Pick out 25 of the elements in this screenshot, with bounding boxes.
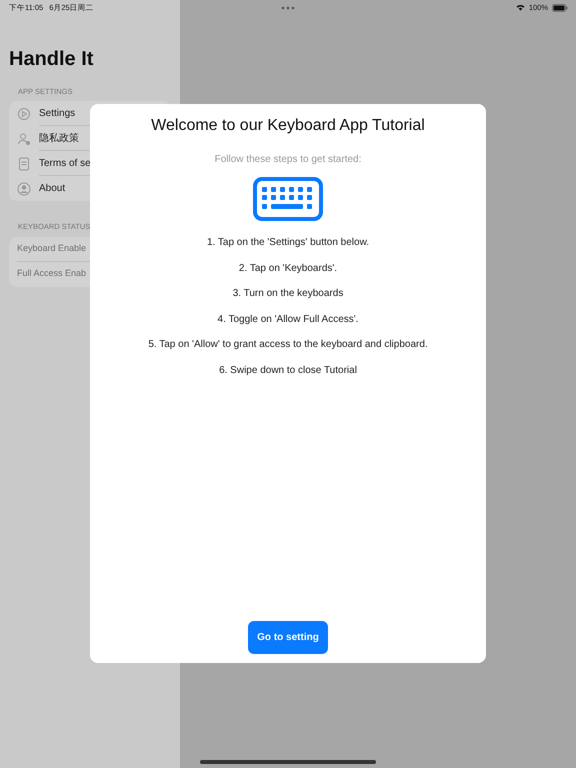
modal-title: Welcome to our Keyboard App Tutorial bbox=[151, 116, 425, 136]
wifi-icon bbox=[516, 4, 525, 12]
person-badge-icon bbox=[17, 132, 31, 146]
menu-item[interactable]: About bbox=[39, 181, 66, 196]
status-label: Keyboard Enable bbox=[17, 242, 86, 255]
go-to-setting-button[interactable]: Go to setting bbox=[248, 621, 328, 654]
person-circle-icon bbox=[17, 182, 31, 196]
battery-icon bbox=[552, 4, 568, 12]
instruction-step: 6. Swipe down to close Tutorial bbox=[219, 362, 357, 378]
menu-item[interactable]: Terms of se bbox=[39, 156, 91, 171]
status-label: Full Access Enab bbox=[17, 267, 86, 280]
multitasking-dots-icon bbox=[281, 6, 295, 10]
document-icon bbox=[17, 156, 31, 171]
modal-subtitle: Follow these steps to get started: bbox=[214, 153, 362, 167]
instruction-step: 2. Tap on 'Keyboards'. bbox=[238, 260, 338, 276]
play-circle-icon bbox=[17, 106, 31, 121]
app-title: Handle It bbox=[9, 47, 94, 72]
instruction-step: 3. Turn on the keyboards bbox=[232, 286, 344, 301]
menu-item[interactable]: Settings bbox=[39, 106, 76, 121]
keyboard-icon bbox=[253, 177, 323, 221]
instruction-step: 4. Toggle on 'Allow Full Access'. bbox=[218, 312, 358, 326]
instruction-step: 5. Tap on 'Allow' to grant access to the keyboard and clipboard. bbox=[148, 337, 428, 352]
menu-item[interactable]: 隐私政策 bbox=[39, 130, 79, 146]
instruction-step: 1. Tap on the 'Settings' button below. bbox=[206, 235, 370, 250]
home-indicator[interactable] bbox=[200, 760, 376, 764]
